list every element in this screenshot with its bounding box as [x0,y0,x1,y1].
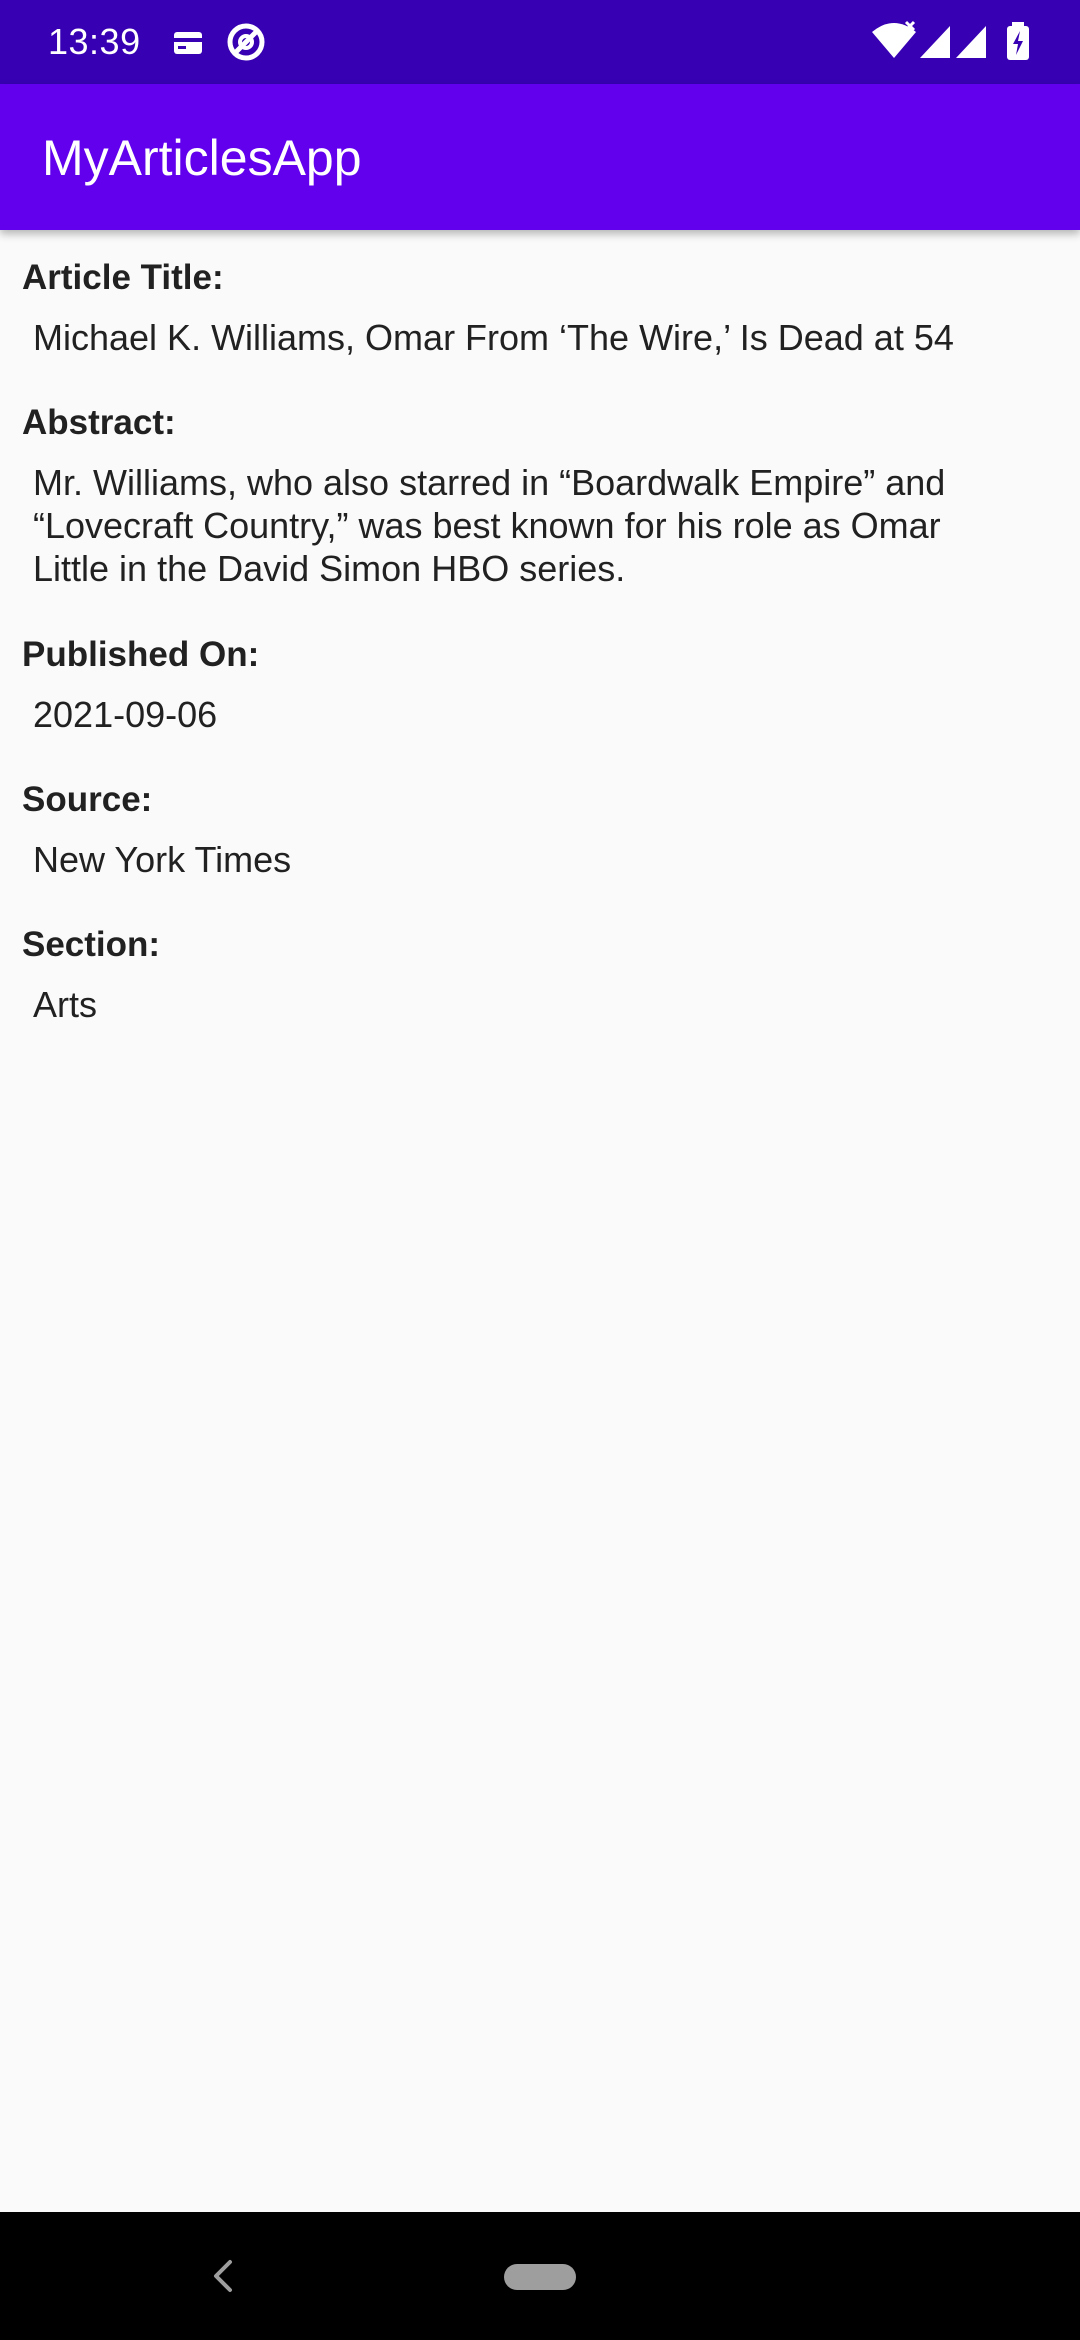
battery-icon [1004,20,1032,64]
article-title-label: Article Title: [22,258,224,297]
back-icon[interactable] [200,2252,248,2300]
section-value: Arts [33,984,98,1025]
abstract-label: Abstract: [22,403,176,442]
status-time: 13:39 [48,21,141,62]
app-bar: MyArticlesApp [0,84,1080,230]
source-value: New York Times [33,839,292,880]
article-title-value: Michael K. Williams, Omar From ‘The Wire… [33,317,954,358]
signal-icon [918,20,990,64]
home-pill-icon[interactable] [504,2264,576,2290]
section-label: Section: [22,925,161,964]
source-label: Source: [22,780,153,819]
app-title: MyArticlesApp [42,130,362,186]
wifi-icon [868,20,920,64]
abstract-value: Mr. Williams, who also starred in “Board… [33,462,946,589]
article-details: Article Title: Michael K. Williams, Omar… [0,230,1080,2212]
published-label: Published On: [22,635,260,674]
navigation-bar [0,2212,1080,2340]
sim-card-icon [172,20,204,64]
published-value: 2021-09-06 [33,694,218,735]
status-bar: 13:39 [0,0,1080,84]
data-saver-icon [224,20,268,64]
